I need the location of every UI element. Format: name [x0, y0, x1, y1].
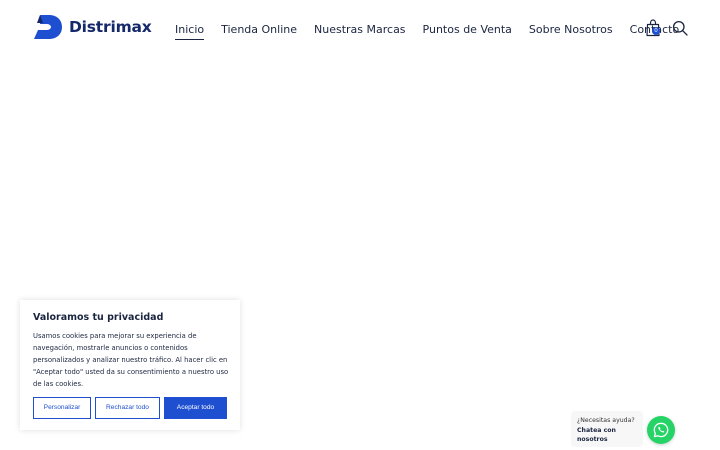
logo-mark-icon [34, 15, 62, 39]
cookie-title: Valoramos tu privacidad [33, 312, 164, 323]
site-header: Distrimax Inicio Tienda Online Nuestras … [0, 0, 720, 60]
whatsapp-icon [653, 422, 669, 438]
chat-question: ¿Necesitas ayuda? [577, 417, 635, 424]
cart-count-badge: 0 [652, 27, 660, 35]
cookie-message: Usamos cookies para mejorar su experienc… [33, 332, 229, 388]
whatsapp-button[interactable] [647, 416, 675, 444]
nav-item-nuestras-marcas[interactable]: Nuestras Marcas [314, 22, 406, 40]
brand-logo[interactable]: Distrimax [34, 15, 152, 39]
search-icon[interactable] [672, 20, 688, 36]
nav-item-puntos-de-venta[interactable]: Puntos de Venta [423, 22, 512, 40]
brand-name: Distrimax [69, 18, 152, 36]
nav-item-inicio[interactable]: Inicio [175, 22, 205, 40]
chat-prompt-bubble[interactable]: ¿Necesitas ayuda? Chatea con nosotros [571, 411, 643, 447]
cookie-consent-panel: Valoramos tu privacidad Usamos cookies p… [20, 300, 240, 430]
accept-all-button[interactable]: Aceptar todo [164, 397, 227, 419]
chat-cta: Chatea con nosotros [577, 427, 616, 443]
reject-all-button[interactable]: Rechazar todo [95, 397, 160, 419]
nav-item-tienda-online[interactable]: Tienda Online [221, 22, 297, 40]
main-nav: Inicio Tienda Online Nuestras Marcas Pun… [175, 22, 696, 40]
nav-item-sobre-nosotros[interactable]: Sobre Nosotros [529, 22, 613, 40]
customize-button[interactable]: Personalizar [33, 397, 91, 419]
